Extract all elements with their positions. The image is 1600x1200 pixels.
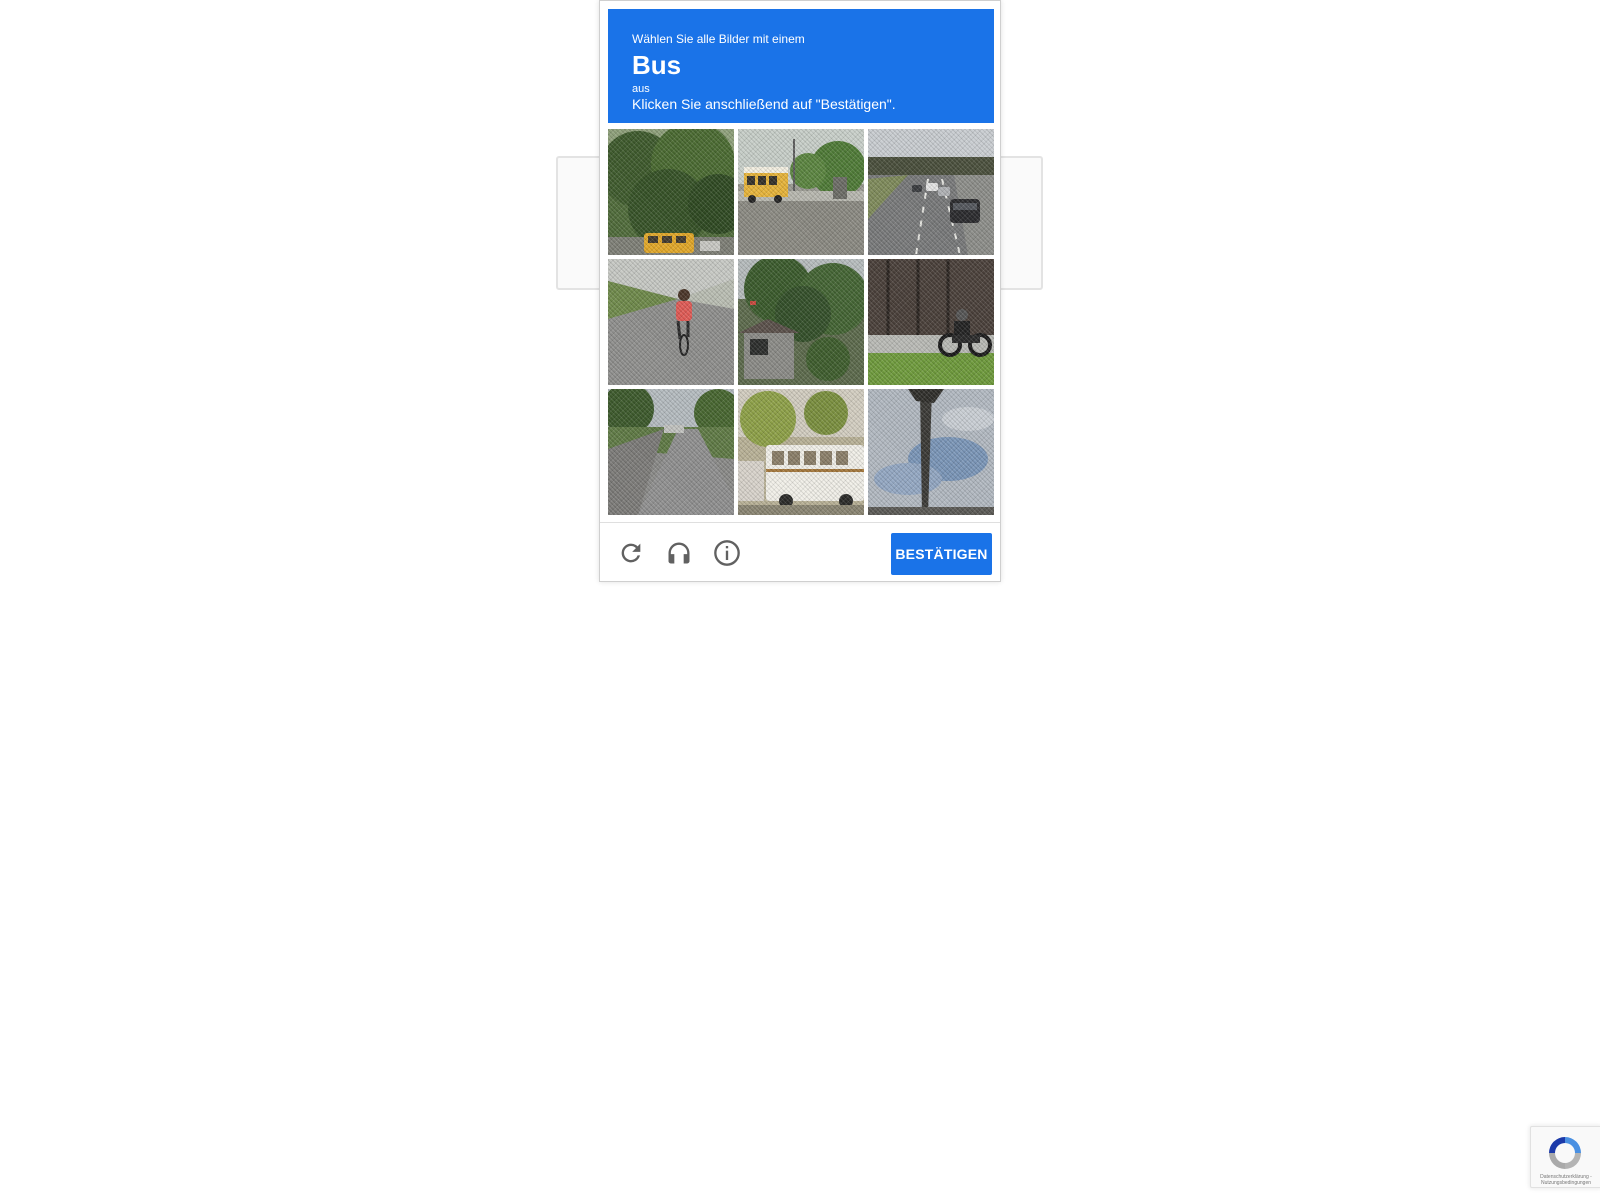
reload-button[interactable] — [616, 538, 646, 568]
instruction-subtext: Klicken Sie anschließend auf "Bestätigen… — [632, 96, 896, 112]
headphones-icon — [668, 542, 690, 564]
recaptcha-badge[interactable]: Datenschutzerklärung - Nutzungsbedingung… — [1530, 1126, 1600, 1188]
recaptcha-challenge-dialog: Wählen Sie alle Bilder mit einem Bus aus… — [599, 0, 1001, 582]
audio-challenge-button[interactable] — [664, 538, 694, 568]
image-tile-3[interactable] — [868, 129, 994, 255]
challenge-header: Wählen Sie alle Bilder mit einem Bus aus… — [608, 9, 994, 123]
image-tile-6[interactable] — [868, 259, 994, 385]
target-keyword: Bus — [632, 50, 682, 80]
verify-button[interactable]: BESTÄTIGEN — [891, 533, 992, 575]
image-tile-1[interactable] — [608, 129, 734, 255]
info-icon — [714, 540, 740, 566]
school-bus-on-road-image — [738, 129, 864, 255]
instruction-suffix: aus — [632, 83, 650, 95]
instruction-text: Wählen Sie alle Bilder mit einem — [632, 32, 805, 46]
trees-with-school-bus-image — [608, 129, 734, 255]
image-tile-8[interactable] — [738, 389, 864, 515]
image-tile-9[interactable] — [868, 389, 994, 515]
recaptcha-logo-icon — [1549, 1137, 1581, 1169]
help-button[interactable] — [712, 538, 742, 568]
image-tile-4[interactable] — [608, 259, 734, 385]
page: Wählen Sie alle Bilder mit einem Bus aus… — [0, 0, 1600, 1200]
house-with-bushes-image — [738, 259, 864, 385]
image-tile-2[interactable] — [738, 129, 864, 255]
palm-tree-sky-image — [868, 389, 994, 515]
white-bus-image — [738, 389, 864, 515]
motorcycle-rider-image — [868, 259, 994, 385]
image-grid — [608, 129, 994, 515]
privacy-terms-text: Datenschutzerklärung - Nutzungsbedingung… — [1540, 1174, 1592, 1186]
challenge-footer: BESTÄTIGEN — [600, 522, 1000, 583]
cyclist-on-road-image — [608, 259, 734, 385]
highway-with-cars-image — [868, 129, 994, 255]
reload-icon — [621, 543, 641, 563]
empty-road-image — [608, 389, 734, 515]
image-tile-5[interactable] — [738, 259, 864, 385]
image-tile-7[interactable] — [608, 389, 734, 515]
